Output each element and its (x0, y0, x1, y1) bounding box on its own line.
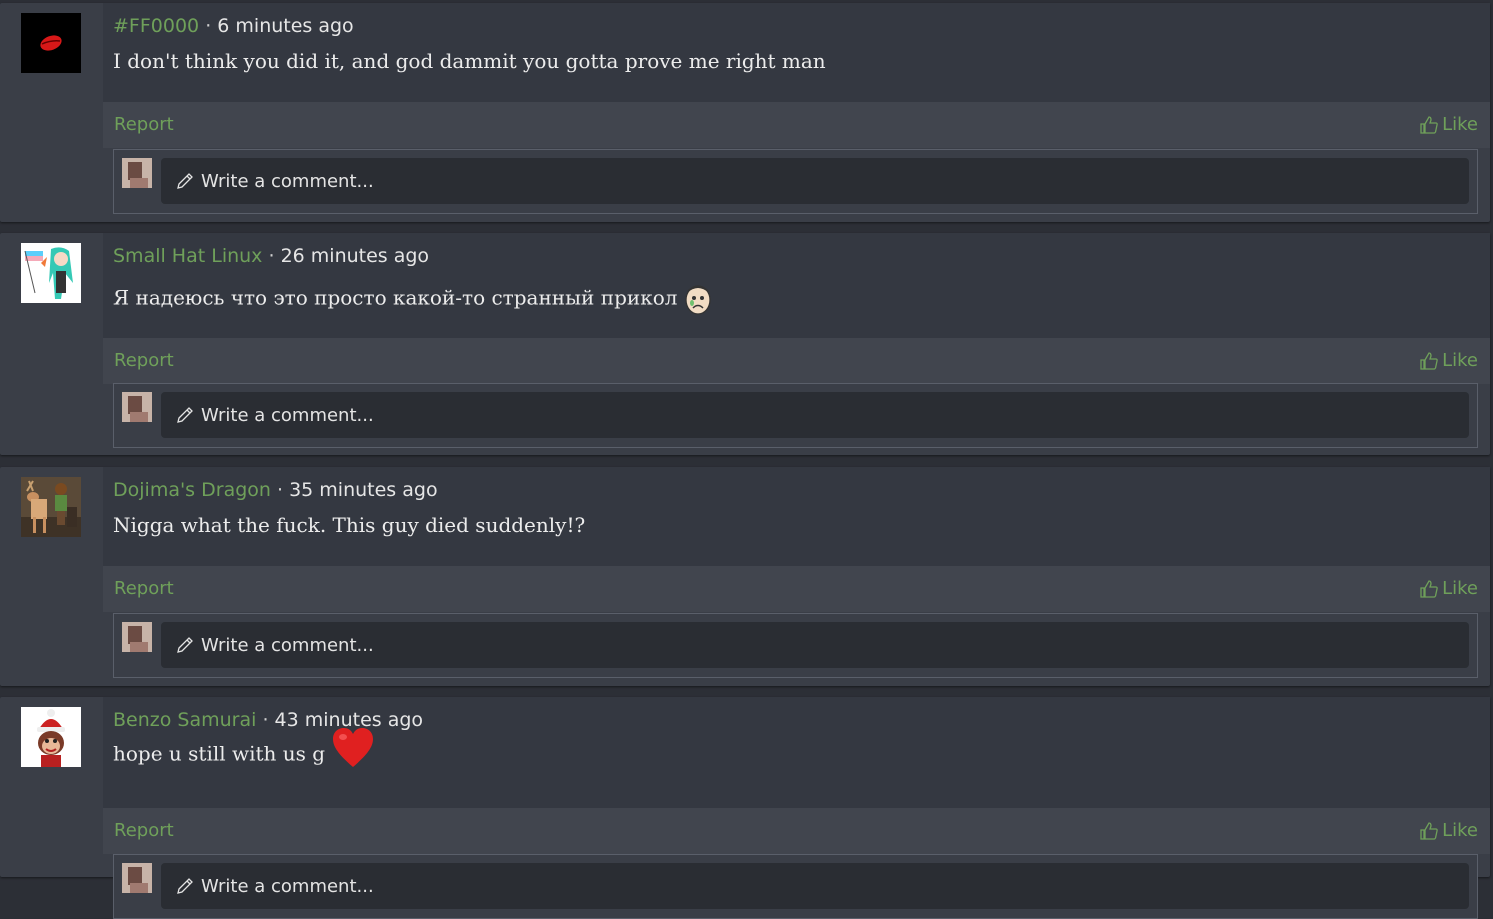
report-link[interactable]: Report (114, 820, 174, 841)
author-link[interactable]: Benzo Samurai (113, 709, 256, 731)
current-user-avatar (122, 158, 152, 188)
like-label: Like (1442, 114, 1478, 135)
like-label: Like (1442, 350, 1478, 371)
comment-text-row: Я надеюсь что это просто какой-то странн… (113, 283, 712, 315)
pencil-icon (177, 173, 193, 189)
monkey-santa-hat-avatar[interactable] (21, 707, 81, 767)
comment-input[interactable]: Write a comment... (161, 622, 1469, 668)
comment-text: I don't think you did it, and god dammit… (113, 49, 826, 73)
author-link[interactable]: #FF0000 (113, 15, 199, 37)
pencil-icon (177, 878, 193, 894)
comment-input-placeholder: Write a comment... (201, 170, 374, 192)
like-button[interactable]: Like (1419, 114, 1478, 135)
report-link[interactable]: Report (114, 578, 174, 599)
comment-body: Benzo Samurai · 43 minutes ago hope u st… (103, 697, 1490, 808)
pencil-icon (177, 637, 193, 653)
avatar-column (0, 467, 103, 686)
comment-header: #FF0000 · 6 minutes ago (113, 15, 354, 37)
comment-input[interactable]: Write a comment... (161, 392, 1469, 438)
comment-header: Small Hat Linux · 26 minutes ago (113, 245, 429, 267)
current-user-avatar (122, 622, 152, 652)
comment-body: #FF0000 · 6 minutes ago I don't think yo… (103, 3, 1490, 102)
separator: · (262, 709, 269, 731)
reply-box: Write a comment... (113, 854, 1478, 919)
comment-actions: Report Like (103, 808, 1490, 854)
like-label: Like (1442, 578, 1478, 599)
deer-character-avatar[interactable] (21, 477, 81, 537)
report-link[interactable]: Report (114, 350, 174, 371)
comment-header: Benzo Samurai · 43 minutes ago (113, 709, 423, 731)
separator: · (268, 245, 275, 267)
red-heart-emoji (333, 728, 374, 767)
reply-box: Write a comment... (113, 149, 1478, 214)
timestamp: 35 minutes ago (289, 479, 438, 501)
timestamp: 26 minutes ago (280, 245, 430, 267)
current-user-avatar (122, 863, 152, 893)
red-lips-avatar[interactable] (21, 13, 81, 73)
comment-input[interactable]: Write a comment... (161, 863, 1469, 909)
separator: · (276, 479, 284, 501)
reply-box: Write a comment... (113, 613, 1478, 678)
author-link[interactable]: Dojima's Dragon (113, 479, 271, 501)
like-button[interactable]: Like (1419, 350, 1478, 371)
separator: · (205, 15, 212, 37)
like-button[interactable]: Like (1419, 820, 1478, 841)
comment-card: #FF0000 · 6 minutes ago I don't think yo… (0, 3, 1490, 222)
thumbs-up-icon (1420, 351, 1438, 370)
comment-input-placeholder: Write a comment... (201, 875, 374, 897)
report-link[interactable]: Report (114, 114, 174, 135)
comment-card: Small Hat Linux · 26 minutes ago Я надею… (0, 233, 1490, 455)
anime-character-flag-avatar[interactable] (21, 243, 81, 303)
comment-input-placeholder: Write a comment... (201, 634, 374, 656)
comment-body: Dojima's Dragon · 35 minutes ago Nigga w… (103, 467, 1490, 566)
comment-input[interactable]: Write a comment... (161, 158, 1469, 204)
reply-box: Write a comment... (113, 383, 1478, 448)
comment-actions: Report Like (103, 338, 1490, 384)
worried-face-emoji (685, 285, 711, 315)
comment-header: Dojima's Dragon · 35 minutes ago (113, 479, 438, 501)
timestamp: 6 minutes ago (217, 15, 354, 37)
comment-actions: Report Like (103, 566, 1490, 612)
thumbs-up-icon (1420, 821, 1438, 840)
author-link[interactable]: Small Hat Linux (113, 245, 262, 267)
comment-text-row: hope u still with us g (113, 728, 375, 769)
thumbs-up-icon (1420, 115, 1438, 134)
avatar-column (0, 697, 103, 877)
like-label: Like (1442, 820, 1478, 841)
current-user-avatar (122, 392, 152, 422)
pencil-icon (177, 407, 193, 423)
comment-text: Nigga what the fuck. This guy died sudde… (113, 513, 586, 537)
avatar-column (0, 3, 103, 222)
comment-input-placeholder: Write a comment... (201, 404, 374, 426)
comment-card: Dojima's Dragon · 35 minutes ago Nigga w… (0, 467, 1490, 686)
comment-text: hope u still with us g (113, 741, 326, 766)
comment-body: Small Hat Linux · 26 minutes ago Я надею… (103, 233, 1490, 338)
comment-card: Benzo Samurai · 43 minutes ago hope u st… (0, 697, 1490, 919)
comment-actions: Report Like (103, 102, 1490, 148)
like-button[interactable]: Like (1419, 578, 1478, 599)
comment-text: Я надеюсь что это просто какой-то странн… (113, 285, 678, 310)
thumbs-up-icon (1420, 579, 1438, 598)
avatar-column (0, 233, 103, 455)
